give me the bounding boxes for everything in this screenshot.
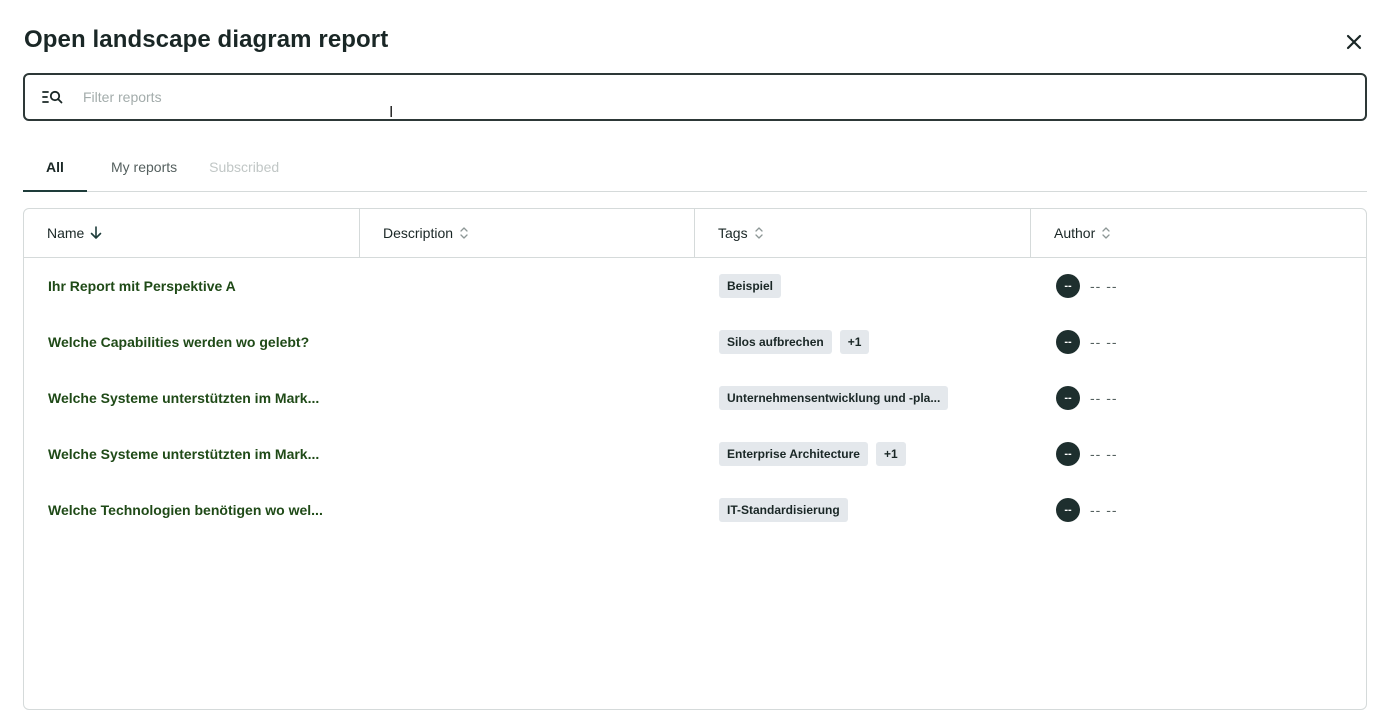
- close-button[interactable]: [1340, 28, 1368, 56]
- tag-more-chip[interactable]: +1: [839, 330, 870, 354]
- sort-icon: [754, 226, 764, 240]
- avatar: --: [1056, 386, 1080, 410]
- author-name: -- --: [1090, 278, 1118, 294]
- report-tags: Unternehmensentwicklung und -pla...: [695, 386, 1031, 410]
- report-name-link[interactable]: Welche Technologien benötigen wo wel...: [24, 502, 360, 518]
- table-row[interactable]: Welche Capabilities werden wo gelebt? Si…: [24, 314, 1366, 370]
- column-header-author[interactable]: Author: [1031, 209, 1366, 257]
- avatar: --: [1056, 274, 1080, 298]
- table-row[interactable]: Welche Systeme unterstützten im Mark... …: [24, 370, 1366, 426]
- column-header-name[interactable]: Name: [24, 209, 360, 257]
- sort-icon: [459, 226, 469, 240]
- tag-chip[interactable]: Beispiel: [719, 274, 782, 298]
- report-name-link[interactable]: Welche Systeme unterstützten im Mark...: [24, 390, 360, 406]
- report-name-link[interactable]: Ihr Report mit Perspektive A: [24, 278, 360, 294]
- column-header-label: Name: [47, 225, 85, 241]
- column-header-tags[interactable]: Tags: [695, 209, 1031, 257]
- table-row[interactable]: Ihr Report mit Perspektive A Beispiel --…: [24, 258, 1366, 314]
- report-author: -- -- --: [1031, 386, 1366, 410]
- reports-table: Name Description Tags Author Ihr Report …: [23, 208, 1367, 710]
- arrow-down-icon: [90, 226, 102, 240]
- author-name: -- --: [1090, 334, 1118, 350]
- tag-more-chip[interactable]: +1: [875, 442, 906, 466]
- column-header-description[interactable]: Description: [360, 209, 695, 257]
- table-row[interactable]: Welche Systeme unterstützten im Mark... …: [24, 426, 1366, 482]
- author-name: -- --: [1090, 446, 1118, 462]
- tag-chip[interactable]: IT-Standardisierung: [719, 498, 848, 522]
- tab-subscribed[interactable]: Subscribed: [209, 150, 279, 191]
- report-author: -- -- --: [1031, 330, 1366, 354]
- table-body: Ihr Report mit Perspektive A Beispiel --…: [24, 258, 1366, 538]
- search-input[interactable]: [83, 75, 1365, 119]
- column-header-label: Description: [383, 225, 454, 241]
- avatar: --: [1056, 442, 1080, 466]
- author-name: -- --: [1090, 502, 1118, 518]
- text-cursor-icon: I: [389, 103, 394, 121]
- table-header: Name Description Tags Author: [24, 209, 1366, 258]
- column-header-label: Author: [1054, 225, 1096, 241]
- report-author: -- -- --: [1031, 274, 1366, 298]
- tag-chip[interactable]: Enterprise Architecture: [719, 442, 868, 466]
- report-author: -- -- --: [1031, 498, 1366, 522]
- dialog-title: Open landscape diagram report: [24, 26, 389, 53]
- sort-icon: [1101, 226, 1111, 240]
- report-tags: IT-Standardisierung: [695, 498, 1031, 522]
- close-icon[interactable]: [1346, 34, 1362, 50]
- search-box[interactable]: I: [23, 73, 1367, 121]
- avatar: --: [1056, 498, 1080, 522]
- author-name: -- --: [1090, 390, 1118, 406]
- report-tabs: All My reports Subscribed: [23, 150, 1367, 192]
- report-tags: Enterprise Architecture +1: [695, 442, 1031, 466]
- tab-my-reports[interactable]: My reports: [111, 150, 177, 191]
- report-tags: Beispiel: [695, 274, 1031, 298]
- report-author: -- -- --: [1031, 442, 1366, 466]
- tag-chip[interactable]: Silos aufbrechen: [719, 330, 832, 354]
- tag-chip[interactable]: Unternehmensentwicklung und -pla...: [719, 386, 949, 410]
- table-row[interactable]: Welche Technologien benötigen wo wel... …: [24, 482, 1366, 538]
- report-tags: Silos aufbrechen +1: [695, 330, 1031, 354]
- report-name-link[interactable]: Welche Systeme unterstützten im Mark...: [24, 446, 360, 462]
- tab-all[interactable]: All: [23, 150, 87, 192]
- report-name-link[interactable]: Welche Capabilities werden wo gelebt?: [24, 334, 360, 350]
- avatar: --: [1056, 330, 1080, 354]
- filter-search-icon: [42, 89, 64, 105]
- column-header-label: Tags: [718, 225, 748, 241]
